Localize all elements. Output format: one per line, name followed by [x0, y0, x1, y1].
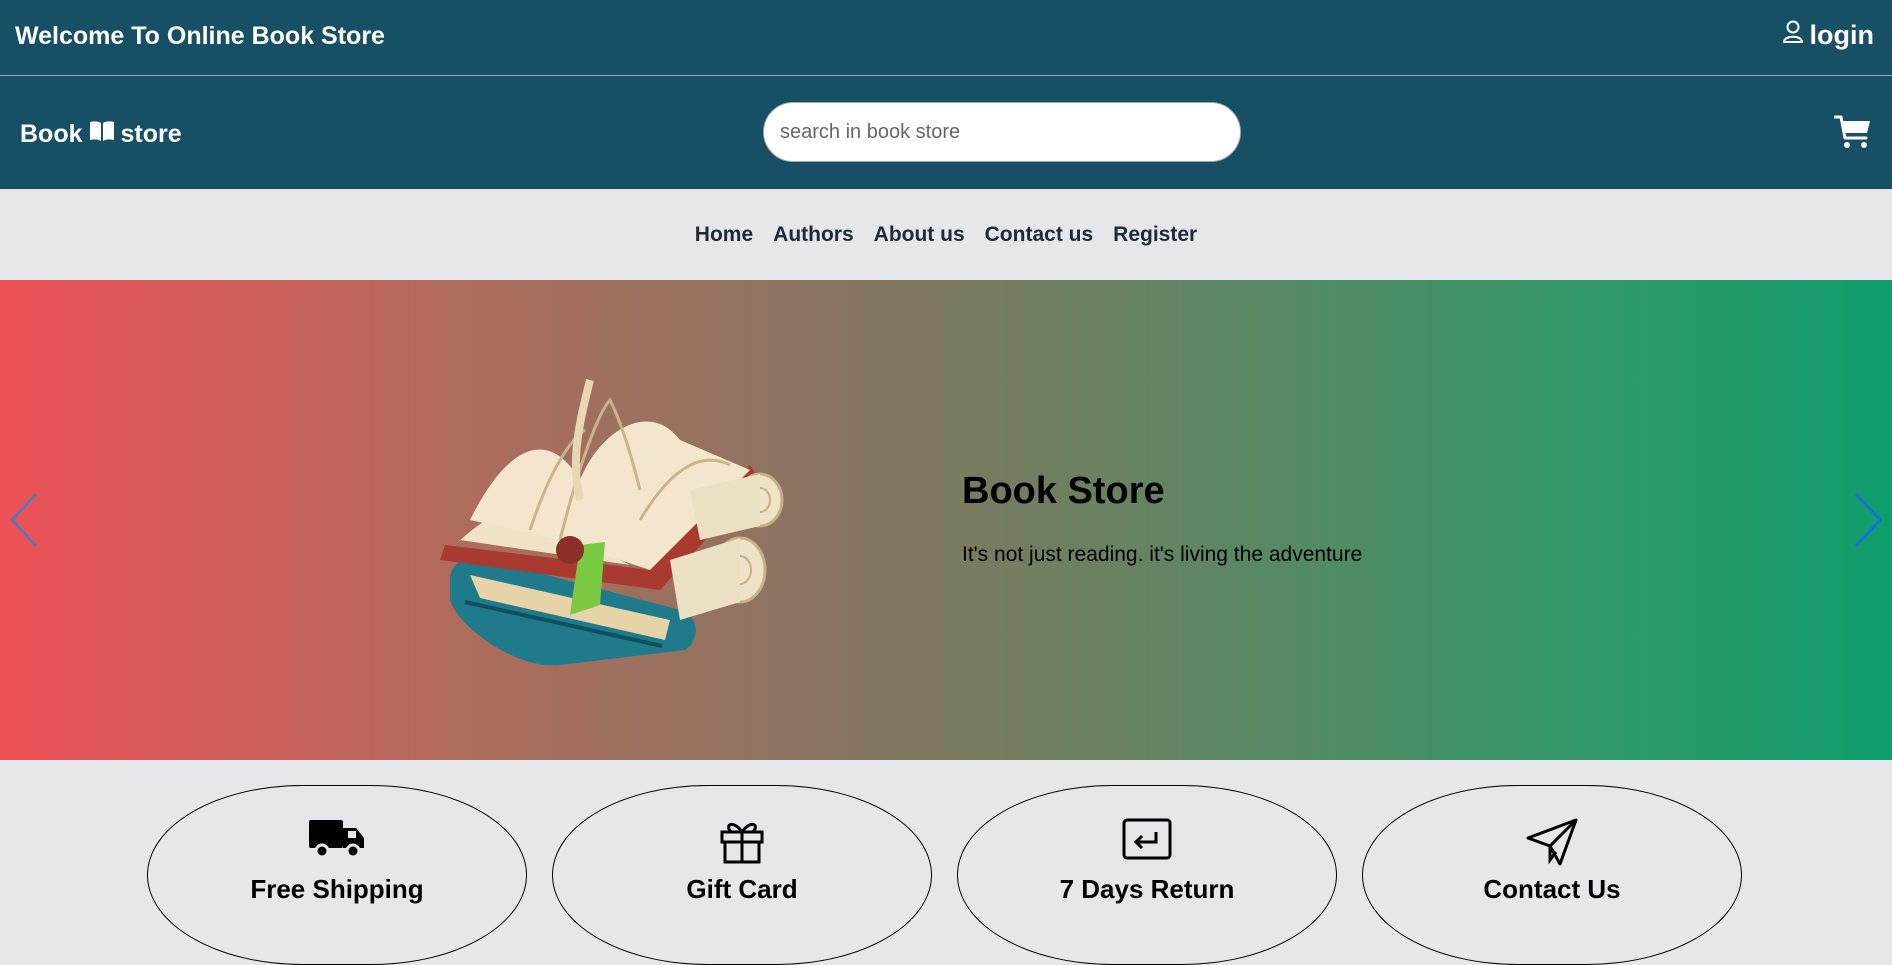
carousel-prev-button[interactable]	[8, 490, 40, 555]
feature-label: Gift Card	[686, 874, 798, 904]
nav-home[interactable]: Home	[695, 223, 753, 247]
feature-7-days-return[interactable]: 7 Days Return	[957, 785, 1337, 965]
login-label: login	[1809, 20, 1874, 50]
site-logo[interactable]: Book store	[20, 120, 182, 149]
feature-label: Contact Us	[1483, 874, 1621, 904]
book-illustration	[430, 370, 810, 675]
feature-contact-us[interactable]: Contact Us	[1362, 785, 1742, 965]
feature-label: Free Shipping	[250, 874, 424, 904]
book-open-icon	[89, 120, 115, 149]
cart-icon[interactable]	[1833, 114, 1872, 155]
search-input[interactable]	[763, 102, 1241, 162]
top-bar: Welcome To Online Book Store login	[0, 0, 1892, 76]
gift-icon	[719, 818, 765, 869]
user-icon	[1782, 20, 1804, 51]
logo-book-text: Book	[20, 120, 83, 148]
paper-plane-icon	[1526, 818, 1578, 871]
logo-store-text: store	[120, 120, 182, 148]
return-icon	[1122, 818, 1172, 865]
nav-contact-us[interactable]: Contact us	[985, 223, 1094, 247]
nav-about-us[interactable]: About us	[874, 223, 965, 247]
feature-gift-card[interactable]: Gift Card	[552, 785, 932, 965]
nav-register[interactable]: Register	[1113, 223, 1197, 247]
nav-authors[interactable]: Authors	[773, 223, 854, 247]
feature-free-shipping[interactable]: Free Shipping	[147, 785, 527, 965]
carousel-next-button[interactable]	[1852, 490, 1884, 555]
hero-title: Book Store	[962, 470, 1165, 512]
login-link[interactable]: login	[1782, 20, 1874, 51]
feature-label: 7 Days Return	[1059, 874, 1235, 904]
features-section: Free Shipping Gift Card 7 Days Return Co…	[0, 760, 1892, 965]
main-nav: Home Authors About us Contact us Registe…	[0, 189, 1892, 280]
hero-carousel: Book Store It's not just reading. it's l…	[0, 280, 1892, 760]
welcome-text: Welcome To Online Book Store	[15, 22, 385, 50]
main-header: Book store	[0, 76, 1892, 189]
truck-icon	[308, 818, 366, 865]
hero-tagline: It's not just reading. it's living the a…	[962, 543, 1363, 566]
